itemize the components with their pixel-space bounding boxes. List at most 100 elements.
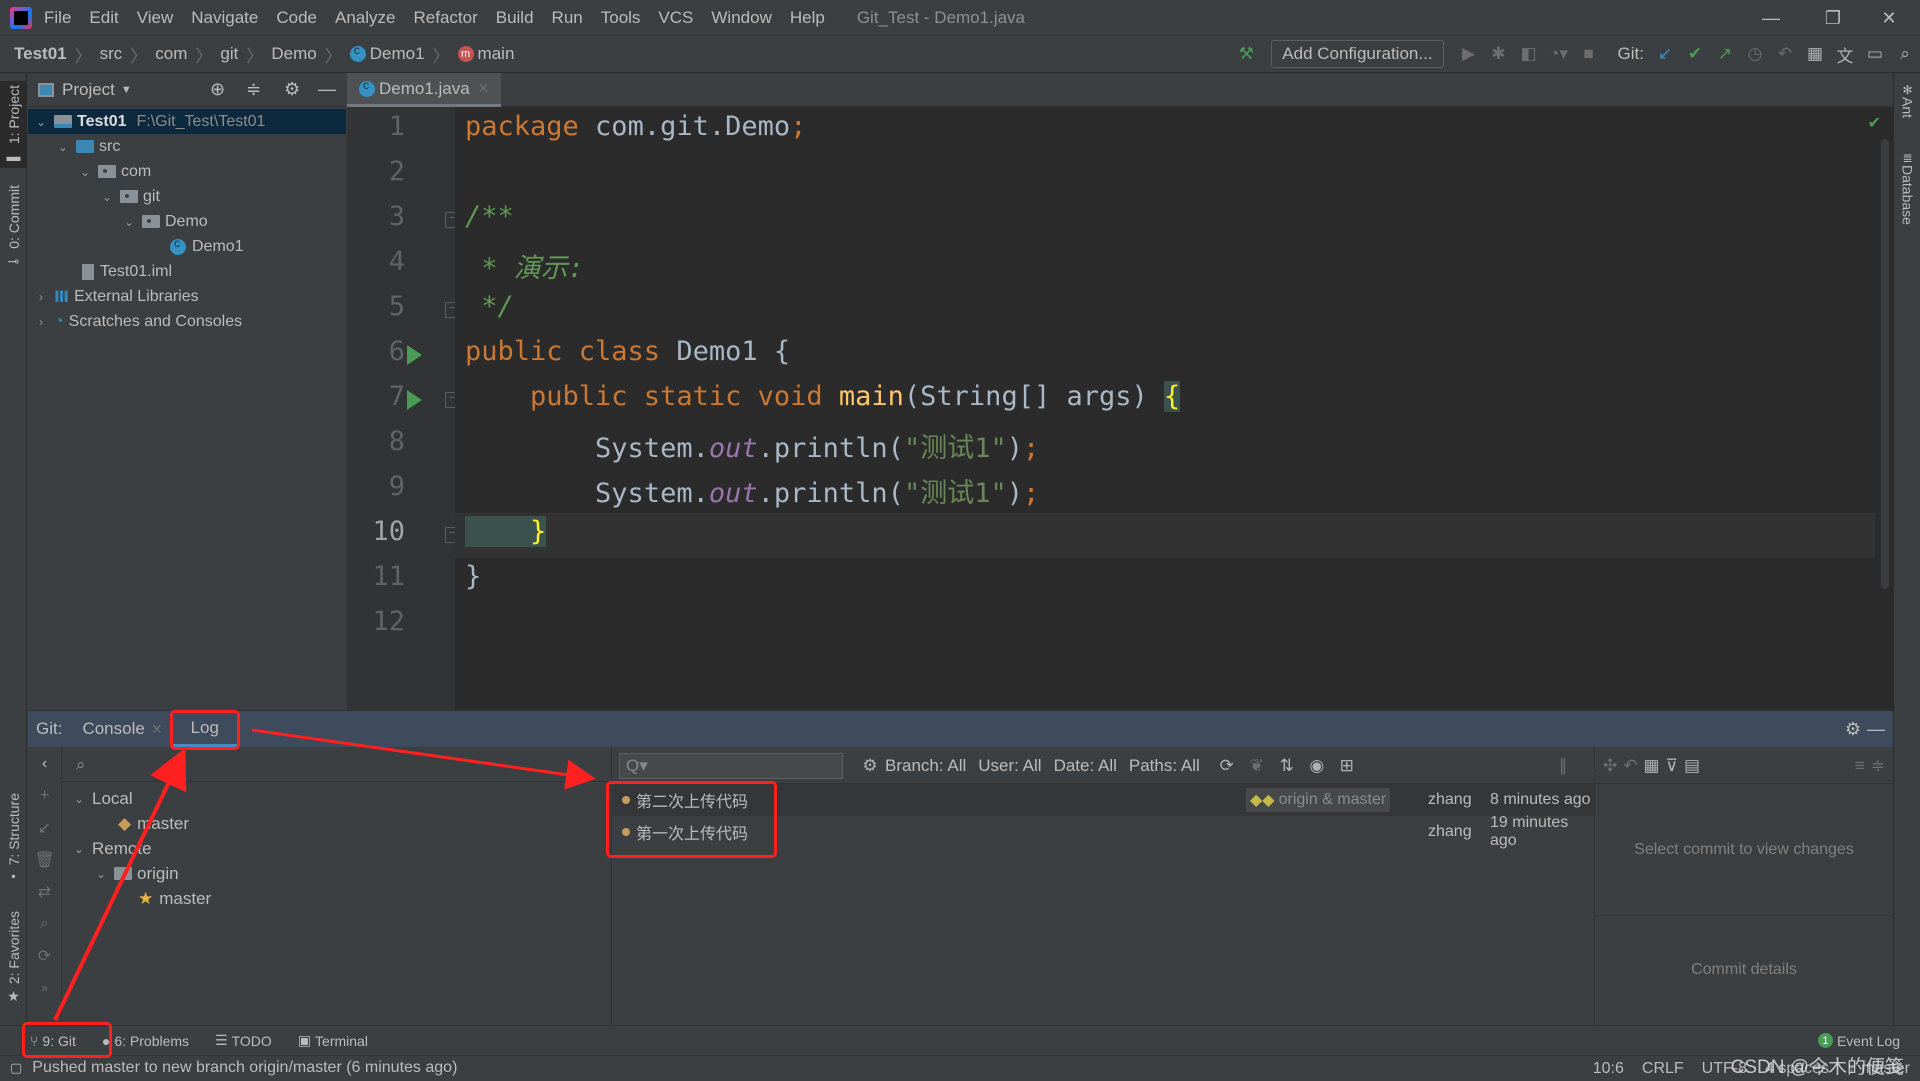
menu-navigate[interactable]: Navigate: [191, 8, 258, 28]
breadcrumb-com[interactable]: com: [155, 44, 187, 64]
pick-icon[interactable]: ✣: [1603, 756, 1617, 776]
translate-icon[interactable]: 文: [1830, 39, 1860, 69]
tree-item-com[interactable]: ⌄ com: [28, 159, 346, 184]
refresh-icon[interactable]: ⟳: [1212, 756, 1242, 776]
menu-tools[interactable]: Tools: [601, 8, 641, 28]
menu-view[interactable]: View: [137, 8, 174, 28]
gear-icon[interactable]: ⚙: [284, 79, 300, 100]
layout-icon[interactable]: ▤: [1684, 756, 1700, 776]
chevron-down-icon[interactable]: ⌄: [94, 867, 108, 881]
run-gutter-icon[interactable]: [407, 345, 422, 365]
checkout-icon[interactable]: ↙: [28, 812, 61, 844]
tree-item-external-libraries[interactable]: › Ⅲ External Libraries: [28, 284, 346, 309]
close-tab-icon[interactable]: ✕: [478, 80, 490, 97]
line-separator[interactable]: CRLF: [1642, 1060, 1684, 1078]
chevron-down-icon[interactable]: ⌄: [34, 115, 48, 129]
git-commit-icon[interactable]: ✔: [1680, 39, 1710, 69]
chevron-down-icon[interactable]: ⌄: [122, 215, 136, 229]
tool-tab-problems[interactable]: ● 6: Problems: [102, 1033, 189, 1049]
run-gutter-icon[interactable]: [407, 390, 422, 410]
tool-tab-structure[interactable]: 7: Structure ▪: [0, 793, 27, 883]
menu-help[interactable]: Help: [790, 8, 825, 28]
eye-icon[interactable]: ◉: [1302, 756, 1332, 776]
code-editor[interactable]: ✔ package com.git.Demo; /** * 演示: */ pub…: [455, 107, 1893, 710]
collapse-all-icon[interactable]: ≑: [1871, 756, 1885, 776]
event-log-button[interactable]: 1 Event Log: [1817, 1033, 1900, 1049]
group-icon[interactable]: ▦: [1644, 756, 1660, 776]
branch-item-local-master[interactable]: ◆ master: [62, 811, 611, 836]
editor-scrollbar[interactable]: [1881, 139, 1889, 589]
new-branch-icon[interactable]: +: [28, 780, 61, 812]
filter-branch[interactable]: Branch: All: [885, 756, 966, 776]
branch-item-origin-master[interactable]: ★ master: [62, 886, 611, 911]
presentation-icon[interactable]: ▭: [1860, 39, 1890, 69]
sort-icon[interactable]: ⇅: [1272, 756, 1302, 776]
collapse-branches-icon[interactable]: ‹: [28, 748, 61, 780]
restore-button[interactable]: ❐: [1810, 0, 1856, 36]
tool-tab-terminal[interactable]: ▣ Terminal: [298, 1032, 368, 1049]
profile-icon[interactable]: ◔▾: [1544, 39, 1574, 69]
menu-build[interactable]: Build: [496, 8, 534, 28]
chevron-down-icon[interactable]: ⌄: [78, 165, 92, 179]
menu-refactor[interactable]: Refactor: [413, 8, 477, 28]
chevron-down-icon[interactable]: ⌄: [100, 190, 114, 204]
tree-item-scratches[interactable]: › ◔ Scratches and Consoles: [28, 309, 346, 334]
project-view-selector[interactable]: Project: [62, 80, 115, 100]
branch-group-origin[interactable]: ⌄ origin: [62, 861, 611, 886]
filter-paths[interactable]: Paths: All: [1129, 756, 1200, 776]
breadcrumb-src[interactable]: src: [100, 44, 123, 64]
tool-tab-commit[interactable]: 0: Commit ⊸: [0, 185, 27, 270]
filter-icon[interactable]: ⊽: [1666, 756, 1678, 776]
debug-icon[interactable]: ✱: [1484, 39, 1514, 69]
menu-code[interactable]: Code: [276, 8, 317, 28]
project-structure-icon[interactable]: ▦: [1800, 39, 1830, 69]
revert-icon[interactable]: ↶: [1623, 756, 1637, 776]
add-configuration-button[interactable]: Add Configuration...: [1271, 40, 1444, 68]
more-icon[interactable]: »: [28, 972, 61, 1004]
breadcrumb-demo1[interactable]: Demo1: [349, 43, 425, 64]
close-button[interactable]: ✕: [1866, 0, 1912, 36]
menu-vcs[interactable]: VCS: [658, 8, 693, 28]
menu-window[interactable]: Window: [711, 8, 771, 28]
menu-analyze[interactable]: Analyze: [335, 8, 395, 28]
tree-item-demo1[interactable]: Demo1: [28, 234, 346, 259]
tree-item-src[interactable]: ⌄ src: [28, 134, 346, 159]
chevron-down-icon[interactable]: ▼: [121, 84, 132, 96]
tool-tab-todo[interactable]: ☰ TODO: [215, 1032, 272, 1049]
status-toggle-icon[interactable]: ▢: [10, 1060, 22, 1076]
minimize-button[interactable]: —: [1748, 0, 1794, 36]
chevron-right-icon[interactable]: ›: [34, 315, 48, 329]
git-rollback-icon[interactable]: ↶: [1770, 39, 1800, 69]
tool-tab-favorites[interactable]: 2: Favorites ★: [0, 911, 27, 1005]
tree-item-demo[interactable]: ⌄ Demo: [28, 209, 346, 234]
git-history-icon[interactable]: ◷: [1740, 39, 1770, 69]
new-tab-icon[interactable]: ⊞: [1332, 756, 1362, 776]
gear-icon[interactable]: ⚙: [855, 756, 885, 776]
tool-tab-database[interactable]: ≣ Database: [1894, 151, 1920, 225]
tree-item-test01[interactable]: ⌄ Test01 F:\Git_Test\Test01: [28, 109, 346, 134]
chevron-right-icon[interactable]: ›: [34, 290, 48, 304]
compare-icon[interactable]: ⇄: [28, 876, 61, 908]
status-message[interactable]: Pushed master to new branch origin/maste…: [32, 1059, 457, 1077]
hide-panel-icon[interactable]: —: [318, 79, 336, 100]
breadcrumb-demo[interactable]: Demo: [271, 44, 316, 64]
menu-run[interactable]: Run: [552, 8, 583, 28]
log-search-input[interactable]: Q▾: [619, 752, 843, 779]
git-update-icon[interactable]: ↙: [1650, 39, 1680, 69]
coverage-icon[interactable]: ◧: [1514, 39, 1544, 69]
tool-tab-project[interactable]: 1: Project ▬: [0, 81, 27, 169]
tree-item-git[interactable]: ⌄ git: [28, 184, 346, 209]
stop-icon[interactable]: ■: [1574, 39, 1604, 69]
filter-user[interactable]: User: All: [978, 756, 1041, 776]
branch-search-field[interactable]: ⌕: [62, 748, 611, 782]
locate-icon[interactable]: ⊕: [210, 79, 225, 100]
chevron-down-icon[interactable]: ⌄: [72, 842, 86, 856]
caret-position[interactable]: 10:6: [1593, 1060, 1624, 1078]
close-tab-icon[interactable]: ✕: [151, 721, 163, 738]
branch-group-remote[interactable]: ⌄ Remote: [62, 836, 611, 861]
cherry-pick-icon[interactable]: ❦: [1242, 756, 1272, 776]
editor-tab-demo1-java[interactable]: Demo1.java ✕: [347, 73, 502, 107]
build-hammer-icon[interactable]: ⚒: [1231, 39, 1261, 69]
gear-icon[interactable]: ⚙: [1845, 719, 1861, 740]
breadcrumb-git[interactable]: git: [220, 44, 238, 64]
